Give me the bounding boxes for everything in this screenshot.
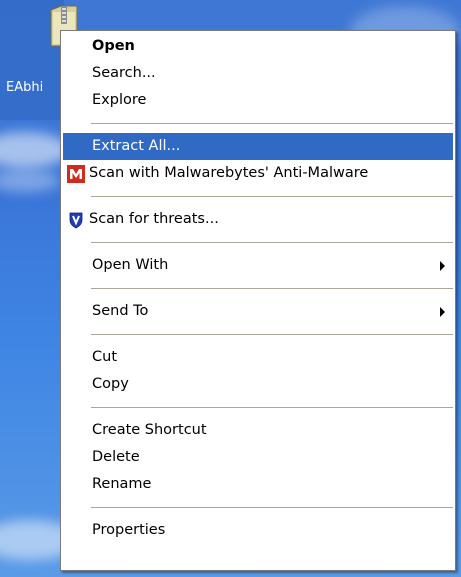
menu-separator	[91, 407, 453, 408]
menu-item-label: Open With	[92, 257, 169, 273]
menu-item-extract-all[interactable]: Extract All...	[63, 133, 453, 160]
menu-item-properties[interactable]: Properties	[63, 517, 453, 544]
menu-item-label: Scan with Malwarebytes' Anti-Malware	[89, 165, 369, 181]
menu-item-scan-malwarebytes[interactable]: Scan with Malwarebytes' Anti-Malware	[63, 160, 453, 187]
menu-item-explore[interactable]: Explore	[63, 87, 453, 114]
menu-item-rename[interactable]: Rename	[63, 471, 453, 498]
menu-separator	[91, 507, 453, 508]
menu-item-label: Send To	[92, 303, 149, 319]
chevron-right-icon	[440, 307, 445, 317]
menu-item-search[interactable]: Search...	[63, 60, 453, 87]
shield-icon	[69, 212, 83, 229]
desktop-icon-label: EAbhi	[6, 80, 44, 95]
malwarebytes-icon	[67, 165, 85, 183]
menu-separator	[91, 242, 453, 243]
menu-item-cut[interactable]: Cut	[63, 344, 453, 371]
context-menu: Open Search... Explore Extract All... Sc…	[60, 30, 456, 571]
menu-item-open[interactable]: Open	[63, 33, 453, 60]
menu-item-copy[interactable]: Copy	[63, 371, 453, 398]
desktop-cloud	[0, 170, 60, 192]
menu-item-send-to[interactable]: Send To	[63, 298, 453, 325]
desktop-icon-selected[interactable]: EAbhi	[0, 0, 78, 120]
menu-separator	[91, 196, 453, 197]
menu-item-open-with[interactable]: Open With	[63, 252, 453, 279]
menu-separator	[91, 123, 453, 124]
menu-separator	[91, 334, 453, 335]
menu-item-create-shortcut[interactable]: Create Shortcut	[63, 417, 453, 444]
menu-item-scan-threats[interactable]: Scan for threats...	[63, 206, 453, 233]
chevron-right-icon	[440, 261, 445, 271]
menu-item-label: Scan for threats...	[89, 211, 219, 227]
menu-separator	[91, 288, 453, 289]
menu-item-delete[interactable]: Delete	[63, 444, 453, 471]
